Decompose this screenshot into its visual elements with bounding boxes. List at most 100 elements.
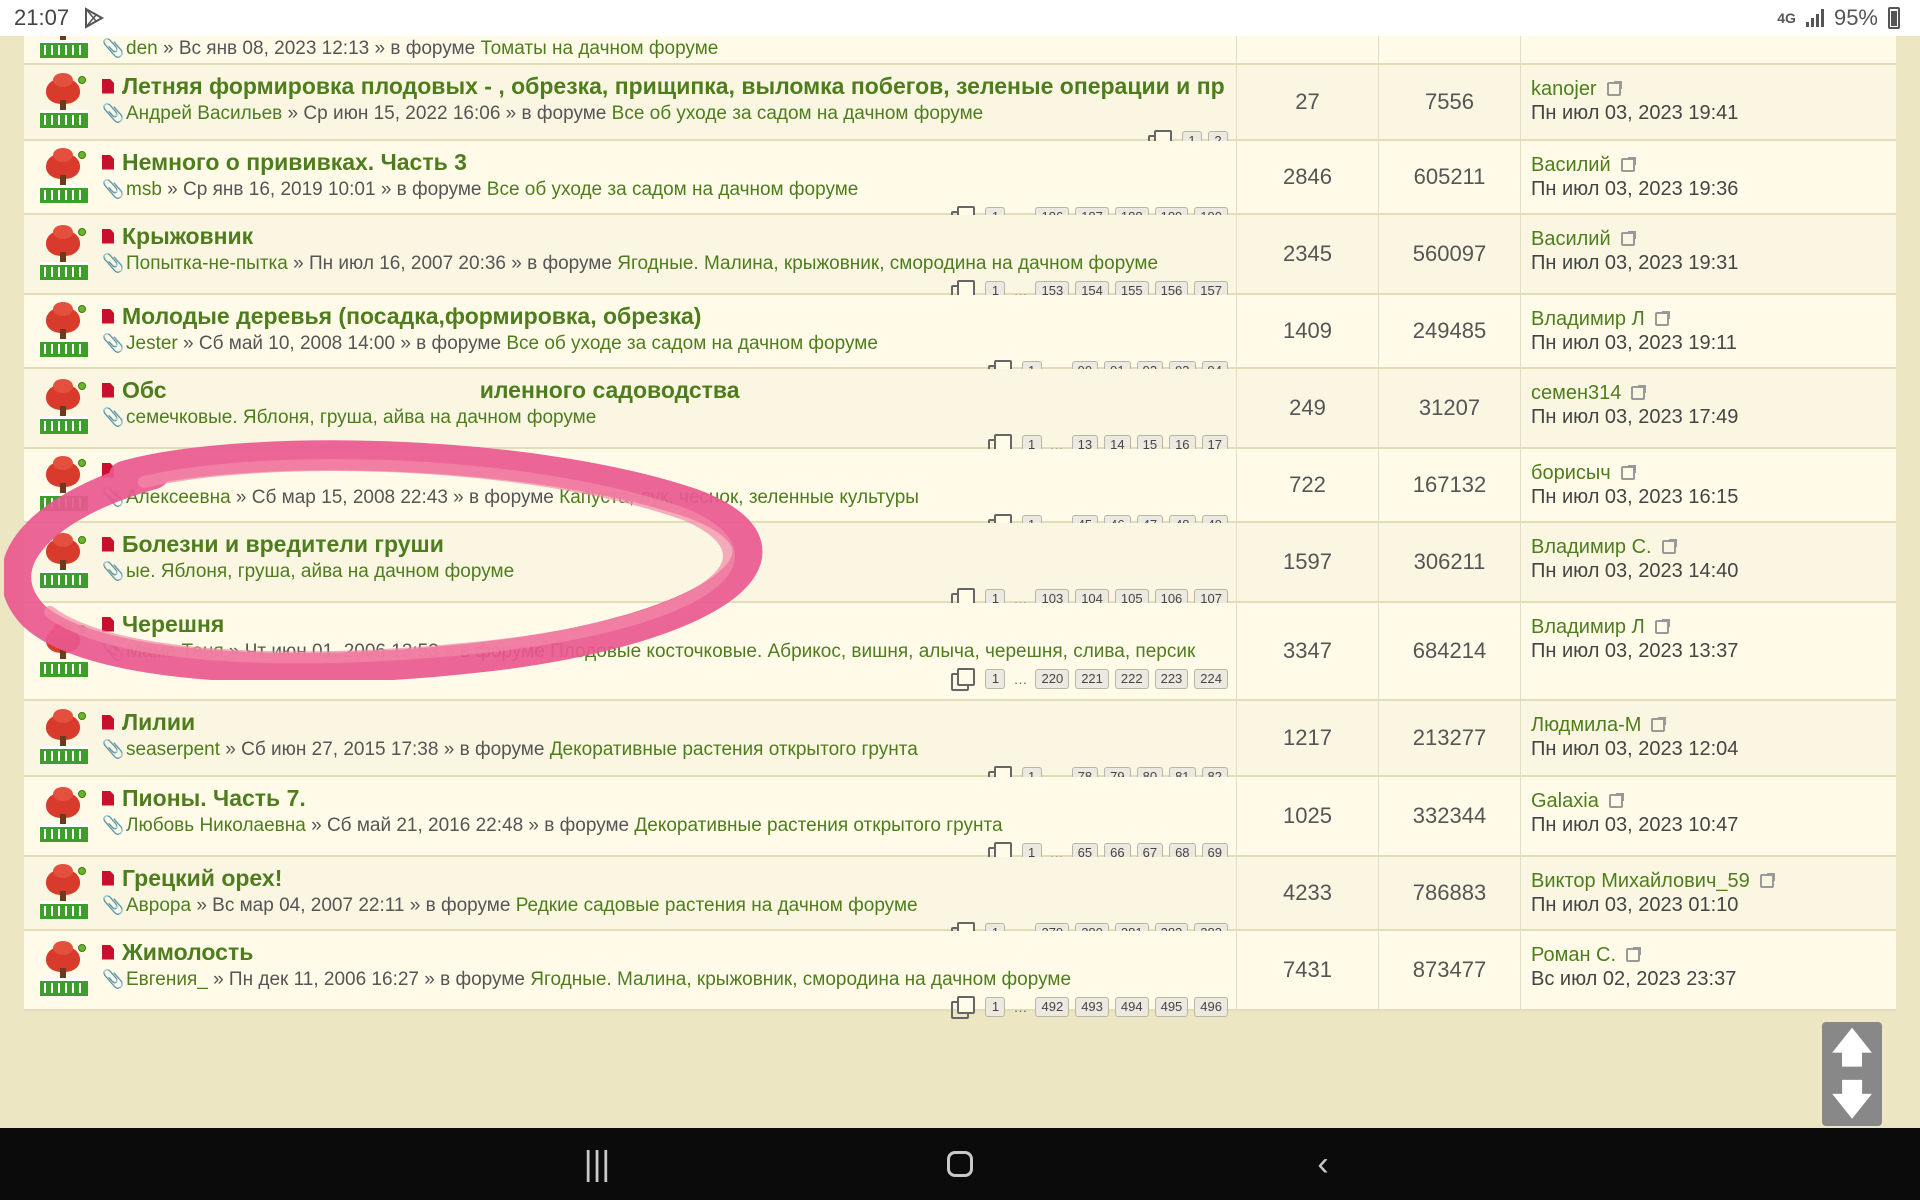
topic-author-link[interactable]: Андрей Васильев [126, 103, 282, 124]
last-post-user-link[interactable]: Владимир С. [1531, 535, 1652, 559]
forum-link[interactable]: Редкие садовые растения на дачном форуме [516, 895, 918, 916]
page-link[interactable]: 224 [1194, 669, 1228, 689]
topic-row[interactable]: Летняя формировка плодовых - , обрезка, … [24, 65, 1896, 153]
topic-author-link[interactable]: msb [126, 179, 162, 200]
pagination-ellipsis: … [1013, 999, 1028, 1015]
last-post-user-link[interactable]: Владимир Л [1531, 615, 1645, 639]
last-post-cell: семен314 Пн июл 03, 2023 17:49 [1521, 369, 1896, 447]
topic-row[interactable]: Немного о прививках. Часть 3 📎msb » Ср ян… [24, 141, 1896, 229]
page-link[interactable]: 492 [1035, 997, 1070, 1017]
topic-row[interactable]: Обс иленного садоводства 📎семечковые. Ябл… [24, 369, 1896, 457]
forum-link[interactable]: Все об уходе за садом на дачном форуме [612, 103, 984, 124]
last-post-user-link[interactable]: Василий [1531, 153, 1611, 177]
go-to-post-icon[interactable] [1606, 81, 1622, 96]
topic-author-link[interactable]: seaserpent [126, 739, 220, 760]
page-link[interactable]: 222 [1114, 669, 1149, 689]
page-link[interactable]: 494 [1114, 997, 1149, 1017]
last-post-user-link[interactable]: Владимир Л [1531, 307, 1645, 331]
topic-title-link[interactable]: Обс иленного садоводства [122, 377, 740, 404]
forum-link[interactable]: Ягодные. Малина, крыжовник, смородина на… [530, 969, 1071, 990]
topic-title-link[interactable]: Грецкий орех! [122, 865, 282, 892]
forum-link[interactable]: Капуста, лук, чеснок, зеленные культуры [559, 487, 919, 508]
forum-link[interactable]: Томаты на дачном форуме [480, 38, 718, 59]
topic-title-link[interactable]: Лилии [122, 709, 195, 736]
topic-row[interactable]: Крыжовник 📎Попытка-не-пытка » Пн июл 16, … [24, 215, 1896, 303]
page-link[interactable]: 221 [1075, 669, 1109, 689]
topic-row[interactable]: 📎den » Вс янв 08, 2023 12:13 » в форуме … [24, 36, 1896, 88]
forum-link[interactable]: Декоративные растения открытого грунта [550, 739, 918, 760]
topic-author-link[interactable]: Любовь Николаевна [126, 815, 306, 836]
forum-link[interactable]: Все об уходе за садом на дачном форуме [506, 333, 878, 354]
forum-link[interactable]: Ягодные. Малина, крыжовник, смородина на… [617, 253, 1158, 274]
topic-title-link[interactable]: Болезни и вредители груши [122, 531, 444, 558]
go-to-post-icon[interactable] [1608, 793, 1624, 808]
topic-author-link[interactable]: den [126, 38, 158, 59]
go-to-post-icon[interactable] [1620, 157, 1636, 172]
page-link[interactable]: 1 [985, 669, 1006, 689]
topic-title-link[interactable]: Крыжовник [122, 223, 253, 250]
page-link[interactable]: 223 [1154, 669, 1189, 689]
page-link[interactable]: 495 [1154, 997, 1189, 1017]
forum-page[interactable]: 📎den » Вс янв 08, 2023 12:13 » в форуме … [0, 36, 1920, 1128]
topic-row[interactable]: Грецкий орех! 📎Аврора » Вс мар 04, 2007 2… [24, 857, 1896, 945]
go-to-post-icon[interactable] [1626, 947, 1642, 962]
last-post-user-link[interactable]: kanojer [1531, 77, 1597, 101]
go-to-post-icon[interactable] [1661, 539, 1677, 554]
topic-author-link[interactable]: Евгения_ [126, 969, 208, 990]
topic-author-link[interactable]: Алексеевна [126, 487, 231, 508]
last-post-user-link[interactable]: Василий [1531, 227, 1611, 251]
topic-row[interactable]: Пионы. Часть 7. 📎Любовь Николаевна » Сб м… [24, 777, 1896, 865]
topic-row[interactable]: 📎Алексеевна » Сб мар 15, 2008 22:43 » в … [24, 449, 1896, 537]
forum-link[interactable]: Плодовые косточковые. Абрикос, вишня, ал… [550, 641, 1195, 662]
page-link[interactable]: 220 [1035, 669, 1070, 689]
topic-title-link[interactable]: Пионы. Часть 7. [122, 785, 306, 812]
last-post-user-link[interactable]: Galaxia [1531, 789, 1599, 813]
topic-author-link[interactable]: Аврора [126, 895, 191, 916]
scroll-down-button[interactable]: 🡇 [1831, 1080, 1872, 1120]
document-icon [102, 228, 114, 244]
topic-title-link[interactable]: Летняя формировка плодовых - , обрезка, … [122, 73, 1225, 100]
topic-author-link[interactable]: Jester [126, 333, 178, 354]
last-post-user-link[interactable]: Людмила-М [1531, 713, 1641, 737]
page-link[interactable]: 1 [985, 997, 1006, 1017]
topic-title-link[interactable]: Молодые деревья (посадка,формировка, обр… [122, 303, 701, 330]
go-to-post-icon[interactable] [1654, 619, 1670, 634]
home-button[interactable] [947, 1151, 973, 1177]
go-to-post-icon[interactable] [1620, 465, 1636, 480]
topic-author-link[interactable]: Попытка-не-пытка [126, 253, 288, 274]
topic-tree-icon [40, 36, 88, 58]
last-post-cell: Василий Пн июл 03, 2023 19:31 [1521, 215, 1896, 293]
go-to-post-icon[interactable] [1651, 717, 1667, 732]
last-post-user-link[interactable]: Роман С. [1531, 943, 1616, 967]
scroll-up-button[interactable]: 🡅 [1831, 1028, 1872, 1068]
page-link[interactable]: 496 [1194, 997, 1228, 1017]
last-post-date: Пн июл 03, 2023 19:11 [1531, 332, 1737, 354]
fence-grass [40, 416, 88, 434]
go-to-post-icon[interactable] [1654, 311, 1670, 326]
forum-link[interactable]: Все об уходе за садом на дачном форуме [487, 179, 859, 200]
last-post-user-link[interactable]: семен314 [1531, 381, 1621, 405]
topic-title-link[interactable]: Жимолость [122, 939, 253, 966]
go-to-post-icon[interactable] [1631, 385, 1647, 400]
go-to-post-icon[interactable] [1759, 873, 1775, 888]
topic-title-link[interactable]: Черешня [122, 611, 224, 638]
topic-title-link[interactable]: Немного о прививках. Часть 3 [122, 149, 467, 176]
topic-row[interactable]: Лилии 📎seaserpent » Сб июн 27, 2015 17:38… [24, 701, 1896, 789]
go-to-post-icon[interactable] [1620, 231, 1636, 246]
forum-link[interactable]: ые. Яблоня, груша, айва на дачном форуме [126, 561, 514, 582]
forum-link[interactable]: семечковые. Яблоня, груша, айва на дачно… [126, 407, 596, 428]
topic-row[interactable]: Болезни и вредители груши 📎ые. Яблоня, гр… [24, 523, 1896, 611]
back-button[interactable]: ‹ [1293, 1145, 1353, 1184]
last-post-cell: Роман С. Вс июл 02, 2023 23:37 [1521, 931, 1896, 1009]
topic-row[interactable]: Молодые деревья (посадка,формировка, обр… [24, 295, 1896, 383]
views-count [1379, 36, 1521, 63]
last-post-user-link[interactable]: Виктор Михайлович_59 [1531, 869, 1750, 893]
recent-apps-button[interactable]: ||| [567, 1145, 627, 1184]
topic-row[interactable]: Жимолость 📎Евгения_ » Пн дек 11, 2006 16:… [24, 931, 1896, 1019]
last-post-user-link[interactable]: борисыч [1531, 461, 1611, 485]
last-post-user-line: kanojer [1531, 77, 1886, 101]
topic-author-link[interactable]: Мама Таня [126, 641, 224, 662]
page-link[interactable]: 493 [1075, 997, 1109, 1017]
forum-link[interactable]: Декоративные растения открытого грунта [634, 815, 1002, 836]
topic-row[interactable]: Черешня 📎Мама Таня » Чт июн 01, 2006 13:5… [24, 603, 1896, 701]
